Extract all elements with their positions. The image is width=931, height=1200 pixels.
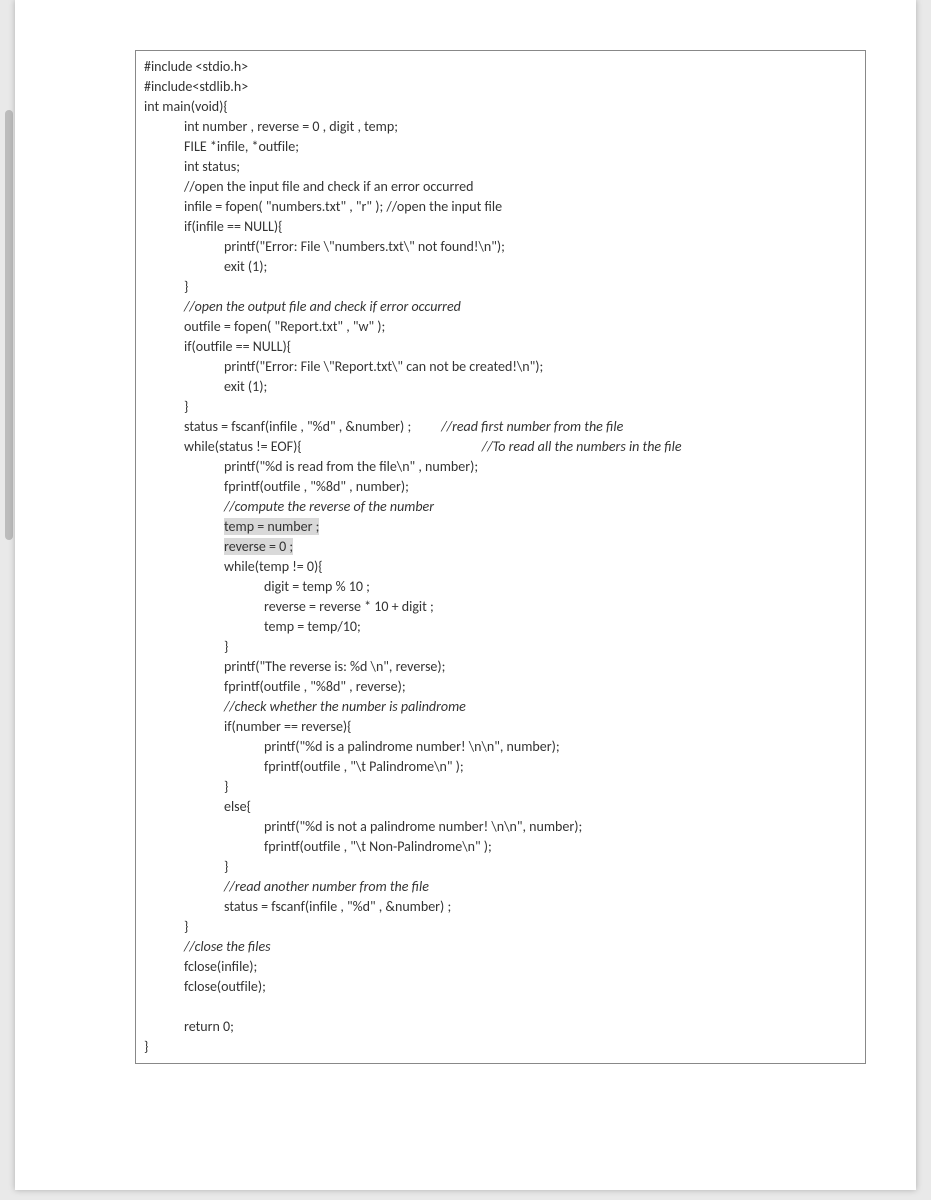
code-line: printf("%d is a palindrome number! \n\n"… <box>144 737 857 757</box>
code-line: FILE *infile, *outfile; <box>144 137 857 157</box>
code-line: fprintf(outfile , "\t Non-Palindrome\n" … <box>144 837 857 857</box>
code-line: temp = temp/10; <box>144 617 857 637</box>
document-viewport: #include <stdio.h> #include<stdlib.h> in… <box>0 0 931 1200</box>
code-line: reverse = reverse * 10 + digit ; <box>144 597 857 617</box>
code-line: } <box>144 857 857 877</box>
code-line: while(temp != 0){ <box>144 557 857 577</box>
code-line: digit = temp % 10 ; <box>144 577 857 597</box>
code-line: fclose(infile); <box>144 957 857 977</box>
code-line: infile = fopen( "numbers.txt" , "r" ); /… <box>144 197 857 217</box>
code-line: //open the input file and check if an er… <box>144 177 857 197</box>
code-line: fprintf(outfile , "\t Palindrome\n" ); <box>144 757 857 777</box>
code-line: printf("The reverse is: %d \n", reverse)… <box>144 657 857 677</box>
code-comment: //read another number from the file <box>144 877 857 897</box>
code-comment: //open the output file and check if erro… <box>144 297 857 317</box>
code-line: fprintf(outfile , "%8d" , reverse); <box>144 677 857 697</box>
code-box: #include <stdio.h> #include<stdlib.h> in… <box>135 50 866 1064</box>
code-line: } <box>144 1037 857 1057</box>
code-line: } <box>144 397 857 417</box>
code-line: if(infile == NULL){ <box>144 217 857 237</box>
code-line: status = fscanf(infile , "%d" , &number)… <box>144 417 857 437</box>
code-comment: //To read all the numbers in the file <box>482 438 682 455</box>
code-line: } <box>144 637 857 657</box>
code-line: #include <stdio.h> <box>144 57 857 77</box>
code-line: else{ <box>144 797 857 817</box>
code-line: } <box>144 917 857 937</box>
code-line: exit (1); <box>144 377 857 397</box>
code-line: } <box>144 277 857 297</box>
code-line: #include<stdlib.h> <box>144 77 857 97</box>
code-line: outfile = fopen( "Report.txt" , "w" ); <box>144 317 857 337</box>
code-comment: //check whether the number is palindrome <box>144 697 857 717</box>
code-line: return 0; <box>144 1017 857 1037</box>
code-line: printf("Error: File \"Report.txt\" can n… <box>144 357 857 377</box>
code-line: if(outfile == NULL){ <box>144 337 857 357</box>
code-line: int number , reverse = 0 , digit , temp; <box>144 117 857 137</box>
code-line: while(status != EOF){//To read all the n… <box>144 437 857 457</box>
code-line-highlighted: temp = number ; <box>144 517 857 537</box>
code-line: exit (1); <box>144 257 857 277</box>
code-line-highlighted: reverse = 0 ; <box>144 537 857 557</box>
code-comment: //compute the reverse of the number <box>144 497 857 517</box>
code-line: int main(void){ <box>144 97 857 117</box>
code-line: printf("Error: File \"numbers.txt\" not … <box>144 237 857 257</box>
code-line: fclose(outfile); <box>144 977 857 997</box>
document-page: #include <stdio.h> #include<stdlib.h> in… <box>15 0 916 1190</box>
code-line: int status; <box>144 157 857 177</box>
code-line: if(number == reverse){ <box>144 717 857 737</box>
code-line: } <box>144 777 857 797</box>
scrollbar[interactable] <box>5 110 13 540</box>
code-line: printf("%d is not a palindrome number! \… <box>144 817 857 837</box>
code-line: status = fscanf(infile , "%d" , &number)… <box>144 897 857 917</box>
code-comment: //read first number from the file <box>441 418 623 435</box>
blank-line <box>144 997 857 1017</box>
code-line: fprintf(outfile , "%8d" , number); <box>144 477 857 497</box>
code-line: printf("%d is read from the file\n" , nu… <box>144 457 857 477</box>
code-comment: //close the files <box>144 937 857 957</box>
